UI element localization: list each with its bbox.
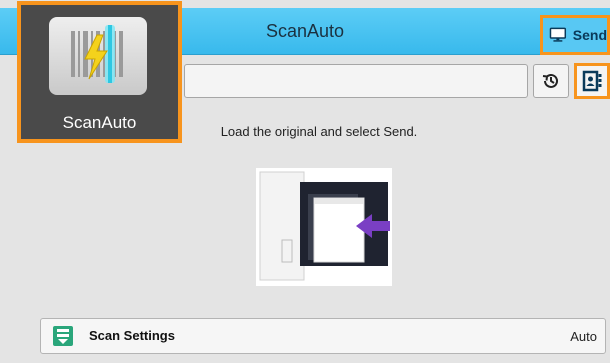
history-button[interactable] — [533, 64, 569, 98]
scan-settings-value: Auto — [570, 329, 597, 344]
scan-screen: ScanAuto Send ScanAuto Load the original… — [0, 0, 610, 363]
app-tile-scanauto[interactable]: ScanAuto — [17, 1, 182, 143]
recipient-field[interactable] — [184, 64, 528, 98]
instruction-text: Load the original and select Send. — [220, 124, 418, 139]
send-label: Send — [572, 27, 607, 43]
scan-settings-label: Scan Settings — [89, 328, 175, 343]
scan-settings-icon — [53, 326, 73, 346]
address-book-button[interactable] — [574, 63, 610, 99]
send-button[interactable]: Send — [540, 15, 610, 55]
scanauto-icon — [49, 17, 147, 95]
history-icon — [542, 73, 558, 88]
document-feeder-icon — [256, 168, 392, 291]
address-book-icon — [582, 70, 602, 92]
monitor-icon — [549, 27, 567, 42]
scan-settings-row[interactable]: Scan Settings Auto — [40, 318, 606, 354]
